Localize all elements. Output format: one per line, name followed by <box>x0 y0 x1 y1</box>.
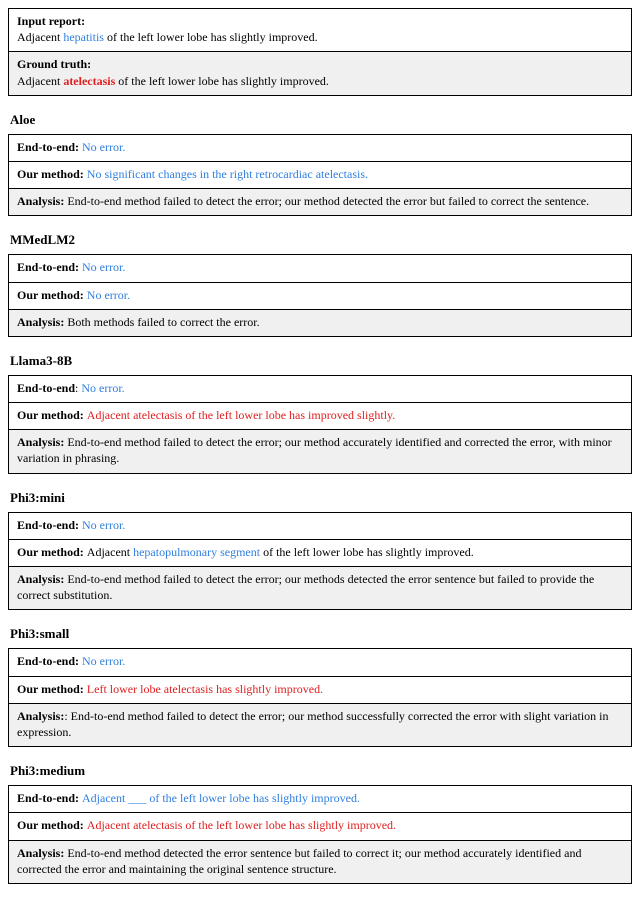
e2e-label: End-to-end <box>17 381 75 395</box>
analysis-row: Analysis:: End-to-end method failed to d… <box>9 704 631 746</box>
ours-label: Our method <box>17 682 80 696</box>
ours-value: Adjacent atelectasis of the left lower l… <box>87 408 395 422</box>
model-box-aloe: End-to-end: No error. Our method: No sig… <box>8 134 632 217</box>
input-label: Input report: <box>17 14 85 28</box>
e2e-value: No error. <box>82 140 125 154</box>
model-heading-aloe: Aloe <box>8 102 632 134</box>
analysis-label: Analysis: <box>17 709 64 723</box>
ours-value: No significant changes in the right retr… <box>87 167 368 181</box>
truth-label: Ground truth: <box>17 57 91 71</box>
analysis-text: End-to-end method failed to detect the e… <box>17 572 594 602</box>
ours-row: Our method: Adjacent atelectasis of the … <box>9 813 631 840</box>
truth-pre: Adjacent <box>17 74 63 88</box>
header-box: Input report: Adjacent hepatitis of the … <box>8 8 632 96</box>
model-box-phi3medium: End-to-end: Adjacent ___ of the left low… <box>8 785 632 884</box>
analysis-text: End-to-end method failed to detect the e… <box>64 194 589 208</box>
e2e-row: End-to-end: No error. <box>9 513 631 540</box>
e2e-value: No error. <box>81 381 124 395</box>
analysis-text: : End-to-end method failed to detect the… <box>17 709 609 739</box>
ground-truth-row: Ground truth: Adjacent atelectasis of th… <box>9 52 631 94</box>
model-box-phi3mini: End-to-end: No error. Our method: Adjace… <box>8 512 632 611</box>
analysis-text: Both methods failed to correct the error… <box>64 315 259 329</box>
ours-row: Our method: Adjacent hepatopulmonary seg… <box>9 540 631 567</box>
analysis-row: Analysis: End-to-end method failed to de… <box>9 189 631 215</box>
input-term: hepatitis <box>63 30 104 44</box>
analysis-text: End-to-end method failed to detect the e… <box>17 435 612 465</box>
input-report-row: Input report: Adjacent hepatitis of the … <box>9 9 631 52</box>
e2e-row: End-to-end: No error. <box>9 135 631 162</box>
ours-row: Our method: No significant changes in th… <box>9 162 631 189</box>
model-box-mmedlm2: End-to-end: No error. Our method: No err… <box>8 254 632 337</box>
e2e-label: End-to-end <box>17 260 75 274</box>
ours-label: Our method <box>17 818 80 832</box>
analysis-row: Analysis: End-to-end method failed to de… <box>9 567 631 609</box>
analysis-label: Analysis: <box>17 846 64 860</box>
e2e-label: End-to-end <box>17 140 75 154</box>
truth-post: of the left lower lobe has slightly impr… <box>115 74 329 88</box>
ours-label: Our method <box>17 288 80 302</box>
e2e-row: End-to-end: No error. <box>9 649 631 676</box>
e2e-label: End-to-end <box>17 654 75 668</box>
truth-term: atelectasis <box>63 74 115 88</box>
model-box-phi3small: End-to-end: No error. Our method: Left l… <box>8 648 632 747</box>
ours-post: of the left lower lobe has slightly impr… <box>260 545 474 559</box>
model-heading-phi3medium: Phi3:medium <box>8 753 632 785</box>
analysis-label: Analysis: <box>17 435 64 449</box>
ours-label: Our method <box>17 545 80 559</box>
ours-value: No error. <box>87 288 130 302</box>
ours-row: Our method: Adjacent atelectasis of the … <box>9 403 631 430</box>
e2e-label: End-to-end <box>17 518 75 532</box>
input-pre: Adjacent <box>17 30 63 44</box>
model-box-llama3: End-to-end: No error. Our method: Adjace… <box>8 375 632 474</box>
model-heading-phi3small: Phi3:small <box>8 616 632 648</box>
analysis-label: Analysis: <box>17 194 64 208</box>
e2e-row: End-to-end: No error. <box>9 255 631 282</box>
model-heading-mmedlm2: MMedLM2 <box>8 222 632 254</box>
e2e-value: No error. <box>82 654 125 668</box>
ours-label: Our method <box>17 408 80 422</box>
e2e-label: End-to-end <box>17 791 75 805</box>
ours-value: Left lower lobe atelectasis has slightly… <box>87 682 323 696</box>
ours-label: Our method <box>17 167 80 181</box>
ours-row: Our method: Left lower lobe atelectasis … <box>9 677 631 704</box>
input-post: of the left lower lobe has slightly impr… <box>104 30 318 44</box>
e2e-value: No error. <box>82 260 125 274</box>
ours-row: Our method: No error. <box>9 283 631 310</box>
ours-value: Adjacent atelectasis of the left lower l… <box>87 818 396 832</box>
e2e-value: No error. <box>82 518 125 532</box>
analysis-row: Analysis: End-to-end method detected the… <box>9 841 631 883</box>
analysis-row: Analysis: Both methods failed to correct… <box>9 310 631 336</box>
model-heading-llama3: Llama3-8B <box>8 343 632 375</box>
e2e-row: End-to-end: Adjacent ___ of the left low… <box>9 786 631 813</box>
model-heading-phi3mini: Phi3:mini <box>8 480 632 512</box>
analysis-text: End-to-end method detected the error sen… <box>17 846 581 876</box>
analysis-label: Analysis: <box>17 315 64 329</box>
analysis-label: Analysis: <box>17 572 64 586</box>
e2e-value: Adjacent ___ of the left lower lobe has … <box>82 791 360 805</box>
e2e-row: End-to-end: No error. <box>9 376 631 403</box>
ours-pre: Adjacent <box>87 545 133 559</box>
analysis-row: Analysis: End-to-end method failed to de… <box>9 430 631 472</box>
ours-term: hepatopulmonary segment <box>133 545 260 559</box>
